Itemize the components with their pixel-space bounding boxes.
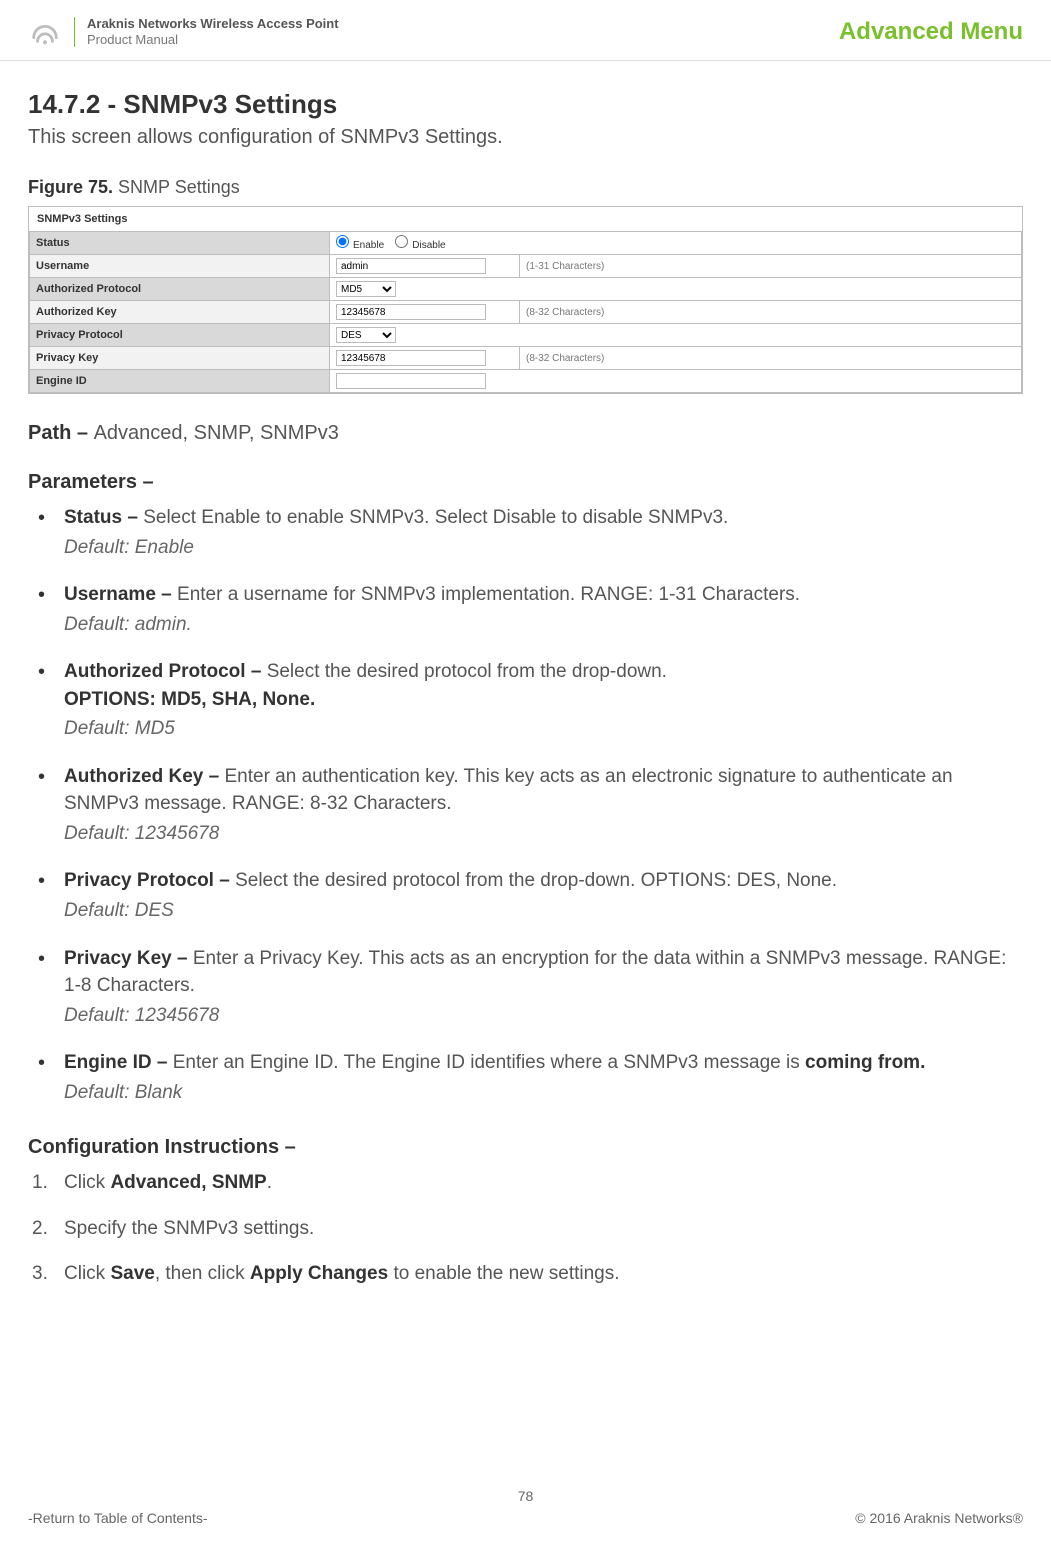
param-default: Default: admin. bbox=[64, 611, 1023, 639]
param-priv-protocol: Privacy Protocol – Select the desired pr… bbox=[28, 867, 1023, 924]
param-default: Default: 12345678 bbox=[64, 1002, 1023, 1030]
param-default: Default: MD5 bbox=[64, 715, 1023, 743]
step-text: Click bbox=[64, 1263, 110, 1284]
product-subtitle: Product Manual bbox=[87, 32, 339, 48]
username-hint: (1-31 Characters) bbox=[520, 255, 1022, 278]
header-divider bbox=[74, 17, 75, 47]
figure-number: Figure 75. bbox=[28, 177, 113, 197]
brand-block: Araknis Networks Wireless Access Point P… bbox=[28, 15, 339, 49]
param-term: Authorized Key – bbox=[64, 766, 224, 787]
status-disable-radio[interactable] bbox=[395, 235, 408, 248]
param-options: OPTIONS: MD5, SHA, None. bbox=[64, 686, 1023, 714]
advanced-menu-label: Advanced Menu bbox=[839, 18, 1023, 46]
status-enable-radio[interactable] bbox=[336, 235, 349, 248]
param-desc: Enter a Privacy Key. This acts as an enc… bbox=[64, 948, 1006, 997]
step-text: to enable the new settings. bbox=[388, 1263, 619, 1284]
param-desc: Select the desired protocol from the dro… bbox=[267, 661, 667, 682]
step-bold: Advanced, SNMP bbox=[110, 1172, 266, 1193]
auth-key-input[interactable] bbox=[336, 304, 486, 320]
param-term: Privacy Key – bbox=[64, 948, 193, 969]
step-1: Click Advanced, SNMP. bbox=[28, 1169, 1023, 1197]
param-desc: Enter a username for SNMPv3 implementati… bbox=[177, 584, 800, 605]
label-status: Status bbox=[30, 232, 330, 255]
section-intro: This screen allows configuration of SNMP… bbox=[28, 126, 1023, 149]
engine-id-input[interactable] bbox=[336, 373, 486, 389]
figure-title: SNMP Settings bbox=[113, 177, 240, 197]
header-rule bbox=[0, 60, 1051, 61]
param-term: Privacy Protocol – bbox=[64, 870, 235, 891]
param-default: Default: Enable bbox=[64, 534, 1023, 562]
label-priv-key: Privacy Key bbox=[30, 347, 330, 370]
row-auth-protocol: Authorized Protocol MD5 bbox=[30, 278, 1022, 301]
step-bold: Save bbox=[110, 1263, 154, 1284]
param-desc-bold-tail: coming from. bbox=[805, 1052, 925, 1073]
label-username: Username bbox=[30, 255, 330, 278]
status-options: Enable Disable bbox=[330, 232, 1022, 255]
auth-key-hint: (8-32 Characters) bbox=[520, 301, 1022, 324]
product-title: Araknis Networks Wireless Access Point bbox=[87, 16, 339, 32]
screenshot-caption: SNMPv3 Settings bbox=[29, 207, 1022, 231]
step-bold: Apply Changes bbox=[250, 1263, 388, 1284]
figure-label: Figure 75. SNMP Settings bbox=[28, 177, 1023, 198]
param-auth-protocol: Authorized Protocol – Select the desired… bbox=[28, 658, 1023, 743]
param-desc: Enter an Engine ID. The Engine ID identi… bbox=[173, 1052, 805, 1073]
priv-protocol-select[interactable]: DES bbox=[336, 327, 396, 343]
row-priv-protocol: Privacy Protocol DES bbox=[30, 324, 1022, 347]
step-text: , then click bbox=[155, 1263, 250, 1284]
step-2: Specify the SNMPv3 settings. bbox=[28, 1215, 1023, 1243]
label-engine-id: Engine ID bbox=[30, 370, 330, 393]
priv-key-input[interactable] bbox=[336, 350, 486, 366]
section-heading: 14.7.2 - SNMPv3 Settings bbox=[28, 89, 1023, 120]
config-heading: Configuration Instructions – bbox=[28, 1136, 1023, 1159]
param-priv-key: Privacy Key – Enter a Privacy Key. This … bbox=[28, 945, 1023, 1030]
path-line: Path – Advanced, SNMP, SNMPv3 bbox=[28, 422, 1023, 445]
snmp-settings-screenshot: SNMPv3 Settings Status Enable Disable Us… bbox=[28, 206, 1023, 394]
page-header: Araknis Networks Wireless Access Point P… bbox=[28, 0, 1023, 56]
username-input[interactable] bbox=[336, 258, 486, 274]
return-toc-link[interactable]: -Return to Table of Contents- bbox=[28, 1510, 208, 1526]
param-default: Default: Blank bbox=[64, 1079, 1023, 1107]
page-footer: 78 -Return to Table of Contents- © 2016 … bbox=[28, 1488, 1023, 1526]
param-default: Default: 12345678 bbox=[64, 820, 1023, 848]
step-text: Click bbox=[64, 1172, 110, 1193]
label-priv-protocol: Privacy Protocol bbox=[30, 324, 330, 347]
copyright: © 2016 Araknis Networks® bbox=[855, 1510, 1023, 1526]
status-enable-label: Enable bbox=[353, 240, 384, 251]
path-label: Path – bbox=[28, 422, 94, 444]
step-text: . bbox=[267, 1172, 272, 1193]
param-term: Username – bbox=[64, 584, 177, 605]
step-3: Click Save, then click Apply Changes to … bbox=[28, 1260, 1023, 1288]
param-auth-key: Authorized Key – Enter an authentication… bbox=[28, 763, 1023, 848]
priv-key-hint: (8-32 Characters) bbox=[520, 347, 1022, 370]
path-value: Advanced, SNMP, SNMPv3 bbox=[94, 422, 339, 444]
param-username: Username – Enter a username for SNMPv3 i… bbox=[28, 581, 1023, 638]
label-auth-key: Authorized Key bbox=[30, 301, 330, 324]
step-text: Specify the SNMPv3 settings. bbox=[64, 1218, 314, 1239]
param-term: Authorized Protocol – bbox=[64, 661, 267, 682]
label-auth-protocol: Authorized Protocol bbox=[30, 278, 330, 301]
header-titles: Araknis Networks Wireless Access Point P… bbox=[87, 16, 339, 49]
parameters-heading: Parameters – bbox=[28, 471, 1023, 494]
araknis-logo-icon bbox=[28, 15, 62, 49]
page-number: 78 bbox=[28, 1488, 1023, 1504]
param-status: Status – Select Enable to enable SNMPv3.… bbox=[28, 504, 1023, 561]
config-steps: Click Advanced, SNMP. Specify the SNMPv3… bbox=[28, 1169, 1023, 1288]
param-term: Status – bbox=[64, 507, 143, 528]
param-engine-id: Engine ID – Enter an Engine ID. The Engi… bbox=[28, 1049, 1023, 1106]
param-desc: Select the desired protocol from the dro… bbox=[235, 870, 837, 891]
status-disable-label: Disable bbox=[412, 240, 445, 251]
row-status: Status Enable Disable bbox=[30, 232, 1022, 255]
row-priv-key: Privacy Key (8-32 Characters) bbox=[30, 347, 1022, 370]
row-engine-id: Engine ID bbox=[30, 370, 1022, 393]
row-username: Username (1-31 Characters) bbox=[30, 255, 1022, 278]
auth-protocol-select[interactable]: MD5 bbox=[336, 281, 396, 297]
param-default: Default: DES bbox=[64, 897, 1023, 925]
parameters-list: Status – Select Enable to enable SNMPv3.… bbox=[28, 504, 1023, 1106]
row-auth-key: Authorized Key (8-32 Characters) bbox=[30, 301, 1022, 324]
param-term: Engine ID – bbox=[64, 1052, 173, 1073]
param-desc: Select Enable to enable SNMPv3. Select D… bbox=[143, 507, 728, 528]
